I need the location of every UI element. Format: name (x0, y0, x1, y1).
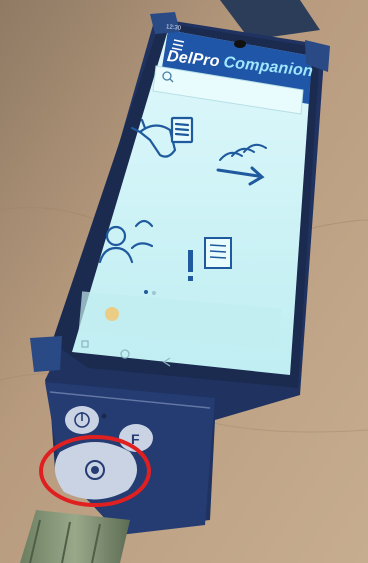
scan-button[interactable] (54, 442, 138, 500)
status-led (101, 413, 107, 419)
page-dot (152, 291, 156, 295)
photo-scene: F 12:30 DelPro Companion (0, 0, 368, 563)
camera-notch (234, 40, 246, 48)
power-button[interactable] (65, 406, 99, 434)
photo-background: F (0, 0, 368, 563)
page-dot-active (144, 290, 148, 294)
holder-clip-bottom-left (30, 336, 62, 372)
footer-logo-icon (105, 307, 119, 321)
